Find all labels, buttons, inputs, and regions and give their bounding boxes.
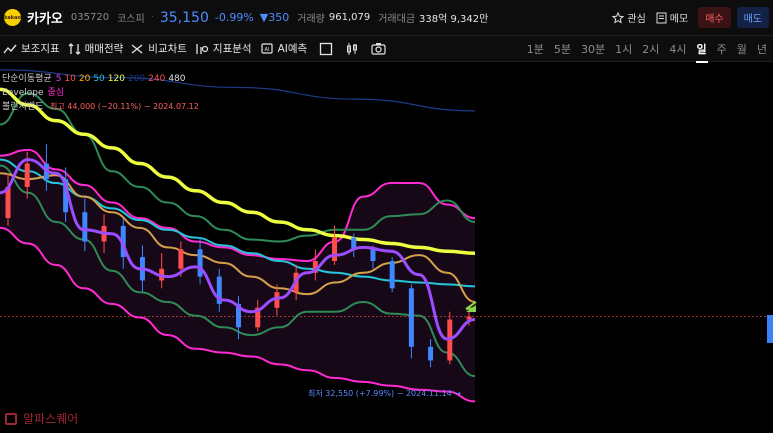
watermark-logo-icon (5, 412, 17, 425)
candle-body-10 (197, 249, 203, 277)
square-icon (320, 42, 333, 55)
ai-chip-icon: AI (260, 43, 273, 54)
envelope-legend-row[interactable]: Envelope 중심 (2, 86, 193, 100)
bollinger-legend-label: 볼린저밴드 (2, 102, 44, 112)
timeframe-5[interactable]: 4시 (669, 41, 686, 57)
timeframe-3[interactable]: 1시 (615, 41, 632, 57)
watchlist-button[interactable]: 관심 (612, 10, 646, 25)
chart-canvas[interactable] (0, 62, 773, 433)
ma-period-200[interactable]: 200 (128, 74, 145, 84)
ma-legend-row[interactable]: 단순이동평균 5 10 20 50 120 200 240 480 (2, 72, 193, 86)
memo-icon (656, 12, 667, 23)
change-percent: -0.99% (214, 11, 254, 24)
layout-toggle[interactable] (319, 42, 333, 56)
strategy-label: 매매전략 (84, 43, 124, 55)
shuffle-icon (131, 43, 143, 54)
candlestick-icon (347, 42, 358, 55)
ma-period-20[interactable]: 20 (79, 74, 90, 84)
star-icon (612, 11, 625, 24)
buy-button[interactable]: 매수 (698, 7, 731, 28)
timeframe-selector: 1분 5분 30분 1시 2시 4시 일 주 월 년 (517, 41, 767, 63)
header-separator: · (150, 12, 154, 23)
change-value: ▼350 (259, 11, 290, 24)
envelope-legend-label: Envelope (2, 88, 44, 98)
indicators-label: 보조지표 (21, 43, 60, 55)
candle-body-22 (428, 346, 434, 361)
low-annotation: 최저 32,550 (+7.99%) − 2024.11.14 → (308, 389, 461, 398)
memo-label: 메모 (669, 14, 689, 25)
indicators-button[interactable]: 보조지표 (3, 41, 60, 56)
sell-button[interactable]: 매도 (736, 7, 769, 28)
stock-header: kakao 카카오 035720 코스피 · 35,150 -0.99% ▼35… (0, 0, 773, 36)
candle-body-21 (408, 288, 414, 347)
candle-body-17 (332, 237, 338, 261)
memo-button[interactable]: 메모 (656, 10, 688, 25)
timeframe-7[interactable]: 주 (717, 41, 727, 57)
ma-period-480[interactable]: 480 (168, 74, 185, 84)
kakao-logo: kakao (4, 9, 21, 26)
candle-style-button[interactable] (345, 42, 359, 56)
svg-text:AI: AI (264, 47, 269, 53)
volume-value: 961,079 (328, 12, 371, 23)
price-chart[interactable] (0, 62, 773, 433)
watermark-text: 알파스퀘어 (23, 412, 79, 426)
analysis-icon (196, 43, 209, 54)
ma-periods: 5 10 20 50 120 200 240 480 (56, 72, 189, 86)
candle-body-4 (82, 212, 88, 242)
market-label: 코스피 (117, 14, 145, 25)
compare-label: 비교차트 (148, 43, 187, 55)
ma-period-50[interactable]: 50 (93, 74, 104, 84)
timeframe-4[interactable]: 2시 (642, 41, 659, 57)
screenshot-button[interactable] (371, 42, 386, 55)
amount-label: 거래대금 (378, 14, 416, 25)
timeframe-9[interactable]: 년 (757, 41, 767, 57)
ma-period-10[interactable]: 10 (64, 74, 75, 84)
ai-predict-label: AI예측 (277, 43, 308, 55)
candle-body-9 (178, 249, 184, 269)
alphasquare-watermark: 알파스퀘어 (5, 410, 78, 427)
ma-period-240[interactable]: 240 (148, 74, 165, 84)
current-price: 35,150 (159, 9, 209, 26)
exchange-icon (68, 42, 81, 55)
stock-name[interactable]: 카카오 (27, 8, 63, 27)
analysis-button[interactable]: 지표분석 (195, 41, 252, 56)
stock-code: 035720 (70, 12, 110, 23)
timeframe-0[interactable]: 1분 (527, 41, 544, 57)
volume-label: 거래량 (297, 14, 325, 25)
timeframe-1[interactable]: 5분 (554, 41, 571, 57)
ai-predict-button[interactable]: AI AI예측 (260, 41, 308, 56)
ma-period-120[interactable]: 120 (108, 74, 125, 84)
chart-toolbar: 보조지표 매매전략 비교차트 지표분석 AI AI예측 1분 5분 30분 1시 2시 4… (0, 36, 773, 63)
amount-value: 338억 9,342만 (419, 14, 489, 25)
high-annotation: 최고 44,000 (−20.11%) − 2024.07.12 (50, 102, 199, 111)
ma-period-5[interactable]: 5 (56, 74, 62, 84)
timeframe-8[interactable]: 월 (737, 41, 747, 57)
compare-button[interactable]: 비교차트 (131, 41, 187, 56)
strategy-button[interactable]: 매매전략 (68, 41, 124, 56)
watchlist-label: 관심 (627, 14, 646, 25)
price-axis-marker (767, 315, 773, 343)
timeframe-6[interactable]: 일 (695, 41, 708, 63)
indicator-chart-icon (3, 44, 17, 53)
candle-body-20 (389, 261, 395, 289)
camera-icon (371, 43, 386, 55)
candle-body-19 (370, 249, 376, 261)
timeframe-2[interactable]: 30분 (581, 41, 605, 57)
envelope-legend-value: 중심 (47, 88, 65, 98)
ma-legend-label: 단순이동평균 (2, 74, 52, 84)
analysis-label: 지표분석 (212, 43, 252, 55)
candle-body-1 (24, 163, 30, 187)
